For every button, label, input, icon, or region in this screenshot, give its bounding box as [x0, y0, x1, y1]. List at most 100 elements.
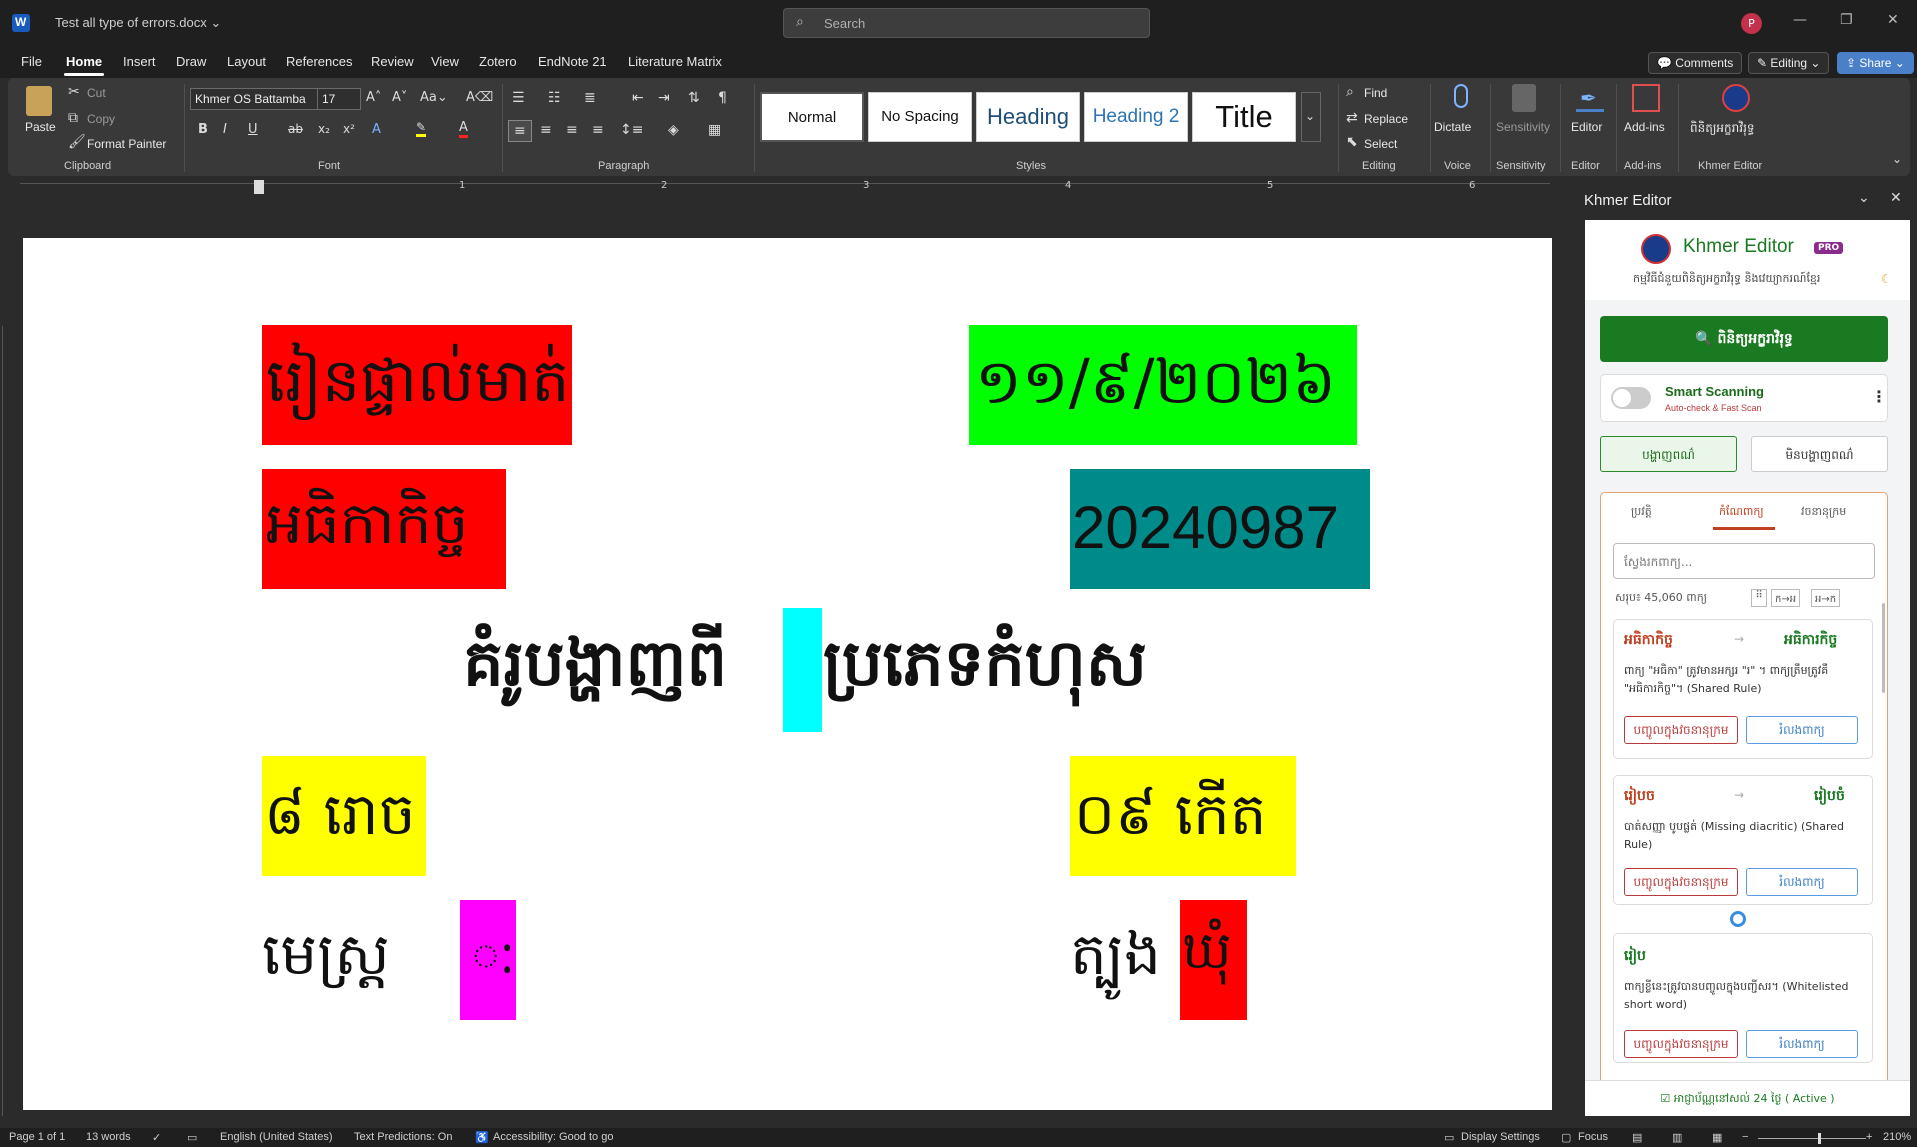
doc-heading-left[interactable]: គំរូបង្ហាញពី [463, 623, 727, 717]
style-heading-2[interactable]: Heading 2 [1084, 92, 1188, 142]
smart-scanning-toggle[interactable] [1611, 387, 1651, 409]
menu-endnote[interactable]: EndNote 21 [538, 54, 607, 69]
add-to-dictionary-button[interactable]: បញ្ចូលក្នុងវចនានុក្រម [1624, 1030, 1738, 1058]
clear-format-icon[interactable]: A⌫ [466, 90, 493, 105]
doc-text-yellow-1[interactable]: ៨ រោច [262, 756, 426, 876]
doc-text-red-1[interactable]: រៀនផ្ទាល់មាត់ [262, 325, 572, 445]
find-button[interactable]: Find [1364, 86, 1387, 100]
change-case-icon[interactable]: Aa⌄ [420, 90, 448, 105]
menu-draw[interactable]: Draw [176, 54, 206, 69]
numbering-icon[interactable]: ☷ [548, 90, 561, 106]
read-mode-icon[interactable]: ▭ [187, 1131, 197, 1144]
align-center-icon[interactable]: ≡ [540, 122, 552, 138]
zoom-out-icon[interactable]: − [1742, 1131, 1748, 1143]
avatar[interactable]: P [1741, 13, 1762, 34]
doc-heading-right[interactable]: ប្រភេទកំហុស [823, 623, 1147, 717]
add-to-dictionary-button[interactable]: បញ្ចូលក្នុងវចនានុក្រម [1624, 716, 1738, 744]
superscript-icon[interactable]: x² [343, 122, 355, 136]
cut-button[interactable]: Cut [87, 86, 106, 100]
doc-text-red-2[interactable]: អធិកាកិច្ច [262, 469, 506, 589]
borders-icon[interactable]: ▦ [708, 122, 721, 138]
style-title[interactable]: Title [1192, 92, 1296, 142]
decrease-indent-icon[interactable]: ⇤ [632, 90, 644, 106]
style-normal[interactable]: Normal [760, 92, 864, 142]
bullets-icon[interactable]: ☰ [512, 90, 525, 106]
align-right-icon[interactable]: ≡ [566, 122, 578, 138]
khmer-editor-logo-icon[interactable] [1722, 84, 1750, 112]
share-button[interactable]: ⇪ Share ⌄ [1837, 52, 1914, 74]
style-no-spacing[interactable]: No Spacing [868, 92, 972, 142]
replace-button[interactable]: Replace [1364, 112, 1408, 126]
shading-icon[interactable]: ◈ [668, 122, 679, 138]
addins-button[interactable]: Add-ins [1624, 120, 1665, 134]
doc-text-plain-1[interactable]: មេស្រ្ត [262, 918, 390, 1003]
doc-text-plain-2[interactable]: ត្បូង [1070, 918, 1161, 1003]
tab-history[interactable]: ប្រវត្តិ [1631, 505, 1652, 521]
multilevel-list-icon[interactable]: ≣ [584, 90, 596, 106]
menu-references[interactable]: References [286, 54, 352, 69]
menu-home[interactable]: Home [66, 54, 102, 69]
suggestion-right[interactable]: រៀបចំ [1814, 786, 1845, 807]
proofing-icon[interactable]: ✓ [152, 1131, 161, 1144]
menu-file[interactable]: File [21, 54, 42, 69]
comments-button[interactable]: 💬 Comments [1648, 52, 1743, 74]
menu-review[interactable]: Review [371, 54, 414, 69]
copy-button[interactable]: Copy [87, 112, 115, 126]
strikethrough-icon[interactable]: ab [288, 122, 303, 136]
doc-mark-magenta[interactable]: ៈ [460, 900, 516, 1020]
horizontal-ruler[interactable]: 1 2 3 4 5 6 [0, 178, 1575, 198]
restore-icon[interactable]: ❐ [1840, 12, 1853, 28]
menu-layout[interactable]: Layout [227, 54, 266, 69]
ignore-word-button[interactable]: រំលងពាក្យ [1746, 868, 1858, 896]
select-button[interactable]: Select [1364, 137, 1397, 151]
sensitivity-icon[interactable] [1512, 84, 1536, 112]
justify-icon[interactable]: ≡ [592, 122, 604, 138]
hide-colors-button[interactable]: មិនបង្ហាញពណ៌ [1751, 436, 1888, 472]
text-effects-icon[interactable]: A [372, 122, 381, 137]
menu-literature-matrix[interactable]: Literature Matrix [628, 54, 722, 69]
word-search-input[interactable]: ស្វែងរកពាក្យ... [1613, 543, 1875, 579]
doc-date-green[interactable]: ១១/៩/២០២៦ [969, 325, 1357, 445]
styles-more-button[interactable]: ⌄ [1301, 92, 1321, 142]
addins-grid-icon[interactable] [1632, 84, 1660, 112]
zoom-level[interactable]: 210% [1883, 1131, 1911, 1143]
doc-mark-red[interactable]: ឃុំ [1180, 900, 1247, 1020]
collapse-ribbon-icon[interactable]: ⌄ [1892, 152, 1902, 166]
focus-button[interactable]: Focus [1578, 1131, 1608, 1143]
pilcrow-icon[interactable]: ¶ [718, 90, 727, 106]
print-layout-icon[interactable]: ▥ [1672, 1131, 1682, 1144]
menu-view[interactable]: View [431, 54, 459, 69]
indent-marker[interactable] [254, 180, 264, 194]
tab-corrections[interactable]: កំណែពាក្យ [1719, 505, 1764, 521]
more-options-icon[interactable]: ⋮ [1871, 387, 1887, 406]
zoom-in-icon[interactable]: + [1866, 1131, 1872, 1143]
dictate-button[interactable]: Dictate [1434, 120, 1471, 134]
search-input[interactable]: ⌕ Search [783, 8, 1150, 38]
editor-pen-icon[interactable]: ✒ [1576, 84, 1604, 112]
close-icon[interactable]: ✕ [1887, 12, 1899, 28]
doc-text-yellow-2[interactable]: ០៩ កើត [1070, 756, 1296, 876]
read-mode-view-icon[interactable]: ▤ [1632, 1131, 1642, 1144]
increase-indent-icon[interactable]: ⇥ [658, 90, 670, 106]
editor-button[interactable]: Editor [1571, 120, 1602, 134]
menu-zotero[interactable]: Zotero [479, 54, 517, 69]
paste-icon[interactable] [26, 86, 52, 116]
style-heading[interactable]: Heading [976, 92, 1080, 142]
suggestion-right[interactable]: អធិការកិច្ច [1784, 630, 1837, 651]
menu-insert[interactable]: Insert [123, 54, 156, 69]
license-status[interactable]: ☑ អាជ្ញាប័ណ្ណនៅសល់ 24 ថ្ងៃ ( Active ) [1585, 1092, 1910, 1108]
display-settings[interactable]: Display Settings [1461, 1131, 1540, 1143]
highlight-icon[interactable]: ✎ [416, 120, 427, 137]
text-predictions[interactable]: Text Predictions: On [354, 1131, 452, 1143]
scrollbar-thumb[interactable] [1882, 603, 1885, 693]
ignore-word-button[interactable]: រំលងពាក្យ [1746, 716, 1858, 744]
editing-mode-button[interactable]: ✎ Editing ⌄ [1748, 52, 1830, 74]
italic-icon[interactable]: I [223, 122, 227, 137]
microphone-icon[interactable] [1454, 84, 1468, 108]
format-painter-button[interactable]: Format Painter [87, 137, 166, 151]
show-colors-button[interactable]: បង្ហាញពណ៌ [1600, 436, 1737, 472]
document-page[interactable]: រៀនផ្ទាល់មាត់ ១១/៩/២០២៦ អធិកាកិច្ច 20240… [23, 238, 1552, 1110]
accessibility-status[interactable]: Accessibility: Good to go [493, 1131, 613, 1143]
add-to-dictionary-button[interactable]: បញ្ចូលក្នុងវចនានុក្រម [1624, 868, 1738, 896]
sort-a-ka-button[interactable]: អ→ក [1811, 589, 1841, 607]
